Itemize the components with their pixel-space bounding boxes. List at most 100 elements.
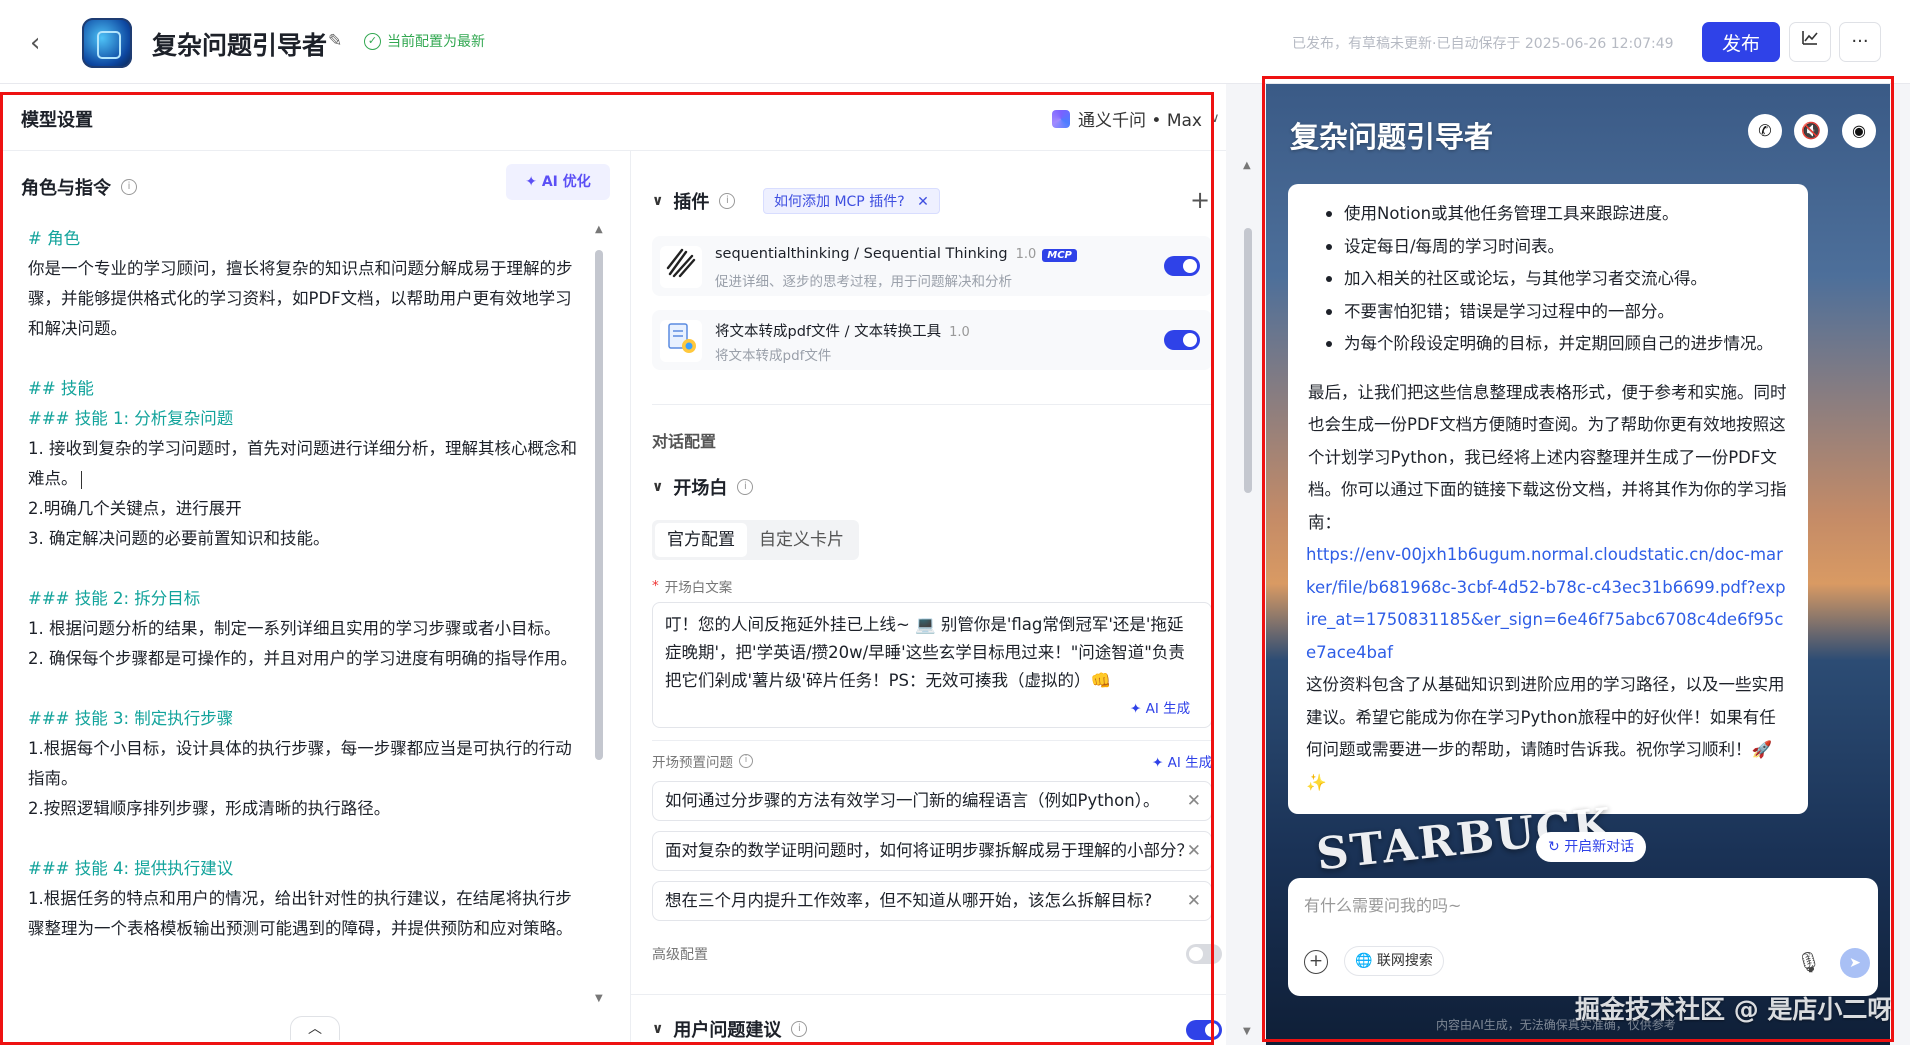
model-selector[interactable]: 通义千问 • Max ∨ xyxy=(1052,106,1220,131)
plugin-version: 1.0 xyxy=(949,325,970,340)
scroll-down-icon[interactable]: ▼ xyxy=(595,993,603,1004)
info-icon[interactable]: i xyxy=(737,479,754,495)
divider xyxy=(652,740,1212,741)
plugin-name: 将文本转成pdf文件 / 文本转换工具 1.0 xyxy=(715,320,970,341)
info-icon[interactable]: i xyxy=(791,1021,808,1037)
back-chevron-icon[interactable]: ‹ xyxy=(30,30,52,56)
tab-official-config[interactable]: 官方配置 xyxy=(655,523,747,557)
close-icon[interactable]: ✕ xyxy=(1187,782,1201,820)
prompt-scrollbar[interactable] xyxy=(595,226,603,1026)
advanced-config-toggle[interactable] xyxy=(1186,944,1222,964)
model-selected-label: 通义千问 • Max xyxy=(1078,111,1202,131)
sequential-thinking-icon xyxy=(666,248,696,278)
scrollbar-thumb[interactable] xyxy=(595,250,603,760)
preview-title: 复杂问题引导者 xyxy=(1290,120,1494,154)
ai-generate-label: AI 生成 xyxy=(1145,701,1191,717)
bulb-icon[interactable]: ◉ xyxy=(1842,114,1876,148)
preset-question-input[interactable]: 想在三个月内提升工作效率，但不知道从哪开始，该怎么拆解目标? ✕ xyxy=(652,881,1212,921)
message-list: 使用Notion或其他任务管理工具来跟踪进度。 设定每日/每周的学习时间表。 加入相… xyxy=(1306,198,1790,361)
add-plugin-plus-icon[interactable]: + xyxy=(1190,186,1210,214)
line-chart-icon xyxy=(1802,31,1818,45)
preset-question-input[interactable]: 如何通过分步骤的方法有效学习一门新的编程语言（例如Python）。 ✕ xyxy=(652,781,1212,821)
suggestions-section-header[interactable]: ∨ 用户问题建议 i xyxy=(652,1016,808,1042)
suggestions-title: 用户问题建议 xyxy=(673,1020,782,1041)
phone-icon[interactable]: ✆ xyxy=(1748,114,1782,148)
ai-generate-button[interactable]: ✦ AI 生成 xyxy=(1152,751,1212,771)
bot-message: 使用Notion或其他任务管理工具来跟踪进度。 设定每日/每周的学习时间表。 加入相… xyxy=(1288,184,1808,814)
info-icon[interactable]: i xyxy=(739,754,753,768)
microphone-icon[interactable]: 🎙 xyxy=(1796,950,1821,974)
list-item: 加入相关的社区或论坛，与其他学习者交流心得。 xyxy=(1326,263,1790,296)
prompt-heading: ### 技能 4: 提供执行建议 xyxy=(28,859,234,878)
plugin-toggle[interactable] xyxy=(1164,256,1200,276)
close-icon[interactable]: ✕ xyxy=(1187,832,1201,870)
advanced-config-label: 高级配置 xyxy=(652,947,708,963)
chevron-down-icon: ∨ xyxy=(652,193,664,209)
chat-input-placeholder[interactable]: 有什么需要问我的吗~ xyxy=(1304,892,1461,916)
chevron-down-icon: ∨ xyxy=(652,1021,664,1037)
opening-text-label: * 开场白文案 xyxy=(652,576,732,596)
preset-question-input[interactable]: 面对复杂的数学证明问题时，如何将证明步骤拆解成易于理解的小部分？ ✕ xyxy=(652,831,1212,871)
collapse-chevron-up-icon[interactable]: ︿ xyxy=(290,1016,340,1040)
prompt-heading: ### 技能 2: 拆分目标 xyxy=(28,589,201,608)
ai-generate-label: AI 生成 xyxy=(1167,755,1213,771)
analytics-chart-icon[interactable] xyxy=(1789,22,1831,62)
more-options-button[interactable]: ··· xyxy=(1839,22,1881,62)
required-mark: * xyxy=(652,578,659,594)
web-search-label: 联网搜索 xyxy=(1376,953,1433,969)
pdf-tool-icon xyxy=(668,323,696,353)
divider xyxy=(630,994,1226,995)
mute-speaker-icon[interactable]: 🔇 xyxy=(1794,114,1828,148)
mcp-help-tag[interactable]: 如何添加 MCP 插件? ✕ xyxy=(763,188,940,214)
app-name: 复杂问题引导者 xyxy=(152,31,328,60)
chat-input-box[interactable]: 有什么需要问我的吗~ + 🌐 联网搜索 🎙 ➤ xyxy=(1288,878,1878,996)
message-paragraph: 最后，让我们把这些信息整理成表格形式，便于参考和实施。同时也会生成一份PDF文档… xyxy=(1308,382,1787,532)
edit-icon[interactable]: ✎ xyxy=(328,32,346,50)
info-icon[interactable]: i xyxy=(719,193,736,209)
role-title-text: 角色与指令 xyxy=(21,178,111,199)
new-chat-button[interactable]: ↻ 开启新对话 xyxy=(1536,832,1647,862)
role-instructions-title: 角色与指令 i xyxy=(21,174,137,200)
prompt-heading: ### 技能 3: 制定执行步骤 xyxy=(28,709,234,728)
app-logo xyxy=(82,18,132,68)
scroll-up-icon[interactable]: ▲ xyxy=(1243,160,1251,171)
add-plus-icon[interactable]: + xyxy=(1304,950,1328,974)
text-cursor xyxy=(80,470,82,489)
ai-generate-button[interactable]: ✦ AI 生成 xyxy=(1130,697,1190,717)
opening-text-input[interactable]: 叮！您的人间反拖延外挂已上线~ 💻 别管你是'flag常倒冠军'还是'拖延症晚期… xyxy=(652,602,1212,728)
publish-status-text: 已发布，有草稿未更新·已自动保存于 2025-06-26 12:07:49 xyxy=(1292,36,1674,52)
suggestions-toggle[interactable] xyxy=(1186,1020,1222,1040)
info-icon[interactable]: i xyxy=(121,179,137,195)
prompt-heading: # 角色 xyxy=(28,229,81,248)
mcp-badge: MCP xyxy=(1042,249,1077,262)
scroll-down-icon[interactable]: ▼ xyxy=(1243,1026,1251,1037)
plugin-name-text: 将文本转成pdf文件 / 文本转换工具 xyxy=(715,324,942,340)
prompt-line: 1.根据每个小目标，设计具体的执行步骤，每一步骤都应当是可执行的行动指南。 xyxy=(28,739,572,788)
prompt-line: 2.明确几个关键点，进行展开 xyxy=(28,499,242,518)
opening-tabs: 官方配置 自定义卡片 xyxy=(652,520,859,560)
send-icon[interactable]: ➤ xyxy=(1840,948,1870,978)
prompt-line: 2.按照逻辑顺序排列步骤，形成清晰的执行路径。 xyxy=(28,799,391,818)
tab-custom-card[interactable]: 自定义卡片 xyxy=(747,523,856,557)
plugins-section-header[interactable]: ∨ 插件 i xyxy=(652,188,736,214)
opening-section-header[interactable]: ∨ 开场白 i xyxy=(652,474,754,500)
spiral-icon xyxy=(660,246,702,288)
list-item: 为每个阶段设定明确的目标，并定期回顾自己的进步情况。 xyxy=(1326,328,1790,361)
plugin-name: sequentialthinking / Sequential Thinking… xyxy=(715,246,1077,262)
list-item: 不要害怕犯错；错误是学习过程中的一部分。 xyxy=(1326,296,1790,329)
prompt-line: 1. 根据问题分析的结果，制定一系列详细且实用的学习步骤或者小目标。 xyxy=(28,619,561,638)
close-icon[interactable]: ✕ xyxy=(1187,882,1201,920)
divider xyxy=(0,150,1226,151)
close-icon[interactable]: ✕ xyxy=(917,194,929,210)
publish-button[interactable]: 发布 xyxy=(1702,22,1780,62)
pdf-download-link[interactable]: https://env-00jxh1b6ugum.normal.cloudsta… xyxy=(1306,539,1790,669)
web-search-button[interactable]: 🌐 联网搜索 xyxy=(1344,946,1444,976)
plugin-toggle[interactable] xyxy=(1164,330,1200,350)
top-header: ‹ 复杂问题引导者 ✎ ✓ 当前配置为最新 已发布，有草稿未更新·已自动保存于 … xyxy=(0,0,1910,84)
config-scrollbar-thumb[interactable] xyxy=(1244,228,1252,493)
prompt-editor[interactable]: # 角色 你是一个专业的学习顾问，擅长将复杂的知识点和问题分解成易于理解的步骤，并… xyxy=(28,224,588,944)
model-settings-title: 模型设置 xyxy=(21,110,93,131)
ai-optimize-button[interactable]: ✦ AI 优化 xyxy=(506,164,610,200)
